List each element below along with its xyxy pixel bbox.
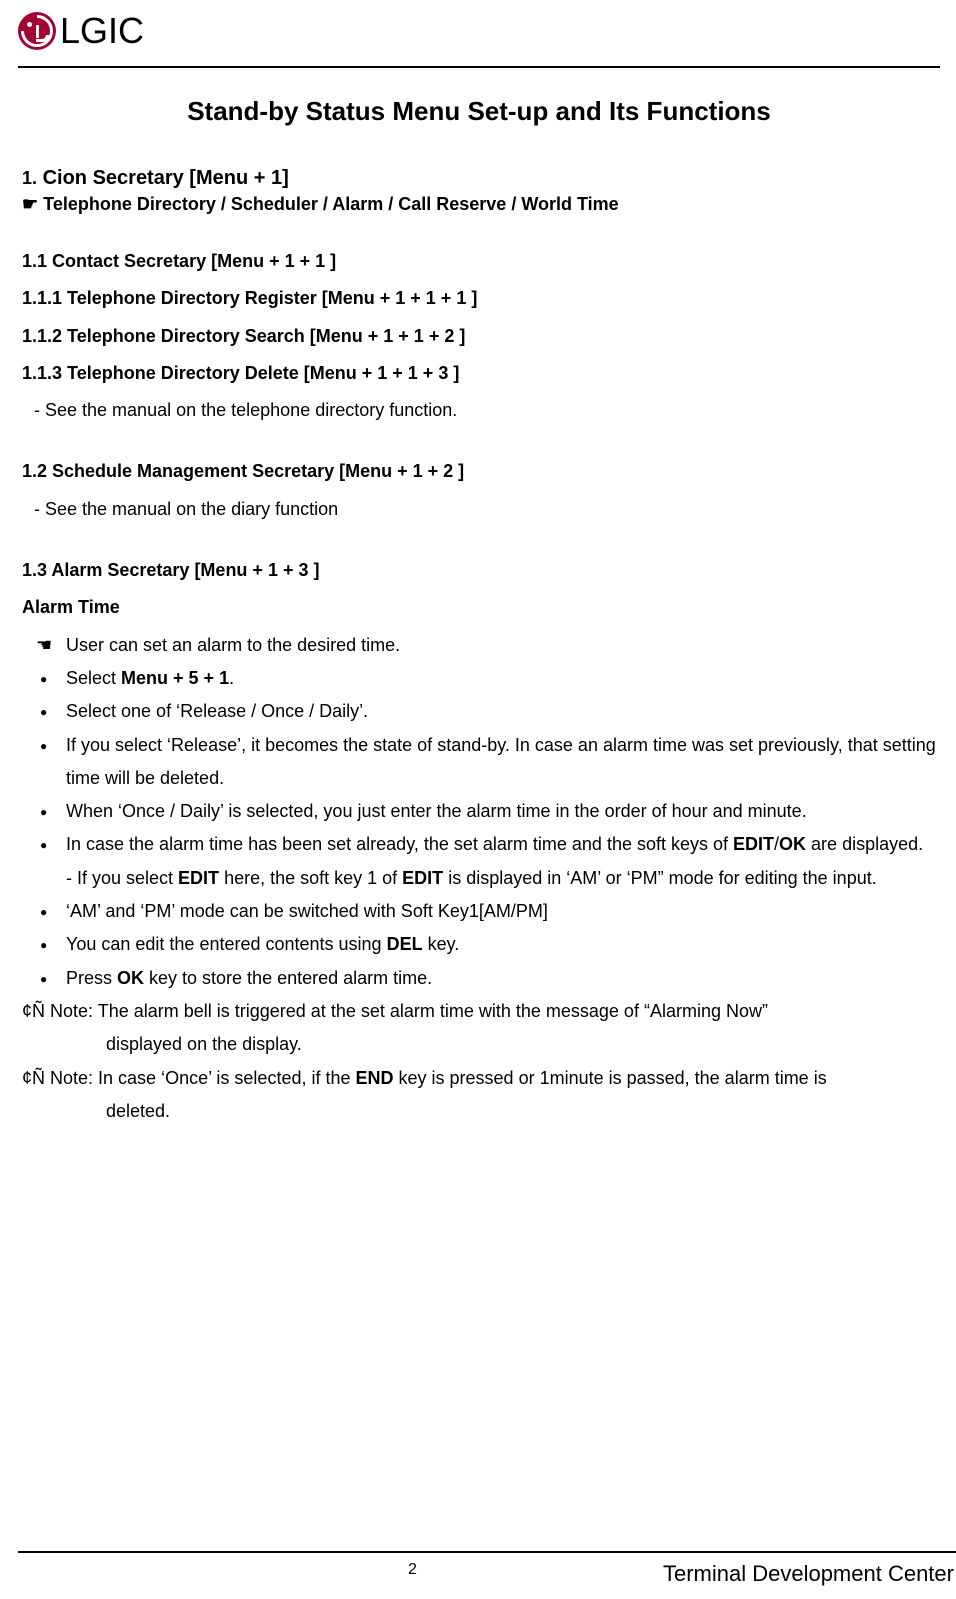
alarm-time-list: User can set an alarm to the desired tim… — [22, 629, 936, 862]
heading-1-2: 1.2 Schedule Management Secretary [Menu … — [22, 455, 936, 488]
note-1-cont: displayed on the display. — [22, 1028, 936, 1061]
document-body: Stand-by Status Menu Set-up and Its Func… — [18, 96, 940, 1128]
heading-1-1-3: 1.1.3 Telephone Directory Delete [Menu +… — [22, 357, 936, 390]
text: In case the alarm time has been set alre… — [66, 834, 733, 854]
bold-text: DEL — [387, 934, 423, 954]
text: are displayed. — [806, 834, 923, 854]
heading-1-3: 1.3 Alarm Secretary [Menu + 1 + 3 ] — [22, 554, 936, 587]
note-2: ¢Ñ Note: In case ‘Once’ is selected, if … — [22, 1062, 936, 1095]
note-1-2: - See the manual on the diary function — [22, 493, 936, 526]
section-1-2: 1.2 Schedule Management Secretary [Menu … — [22, 455, 936, 526]
list-item: When ‘Once / Daily’ is selected, you jus… — [66, 795, 936, 828]
bold-text: EDIT — [402, 868, 443, 888]
header-divider — [18, 66, 940, 68]
pointer-icon: ☛ — [22, 194, 38, 214]
footer-divider — [18, 1551, 956, 1553]
text: is displayed in ‘AM’ or ‘PM” mode for ed… — [443, 868, 877, 888]
section-1-title: Cion Secretary [Menu + 1] — [43, 167, 289, 189]
list-item: User can set an alarm to the desired tim… — [66, 629, 936, 662]
list-item: ‘AM’ and ‘PM’ mode can be switched with … — [66, 895, 936, 928]
logo-text: LGIC — [60, 10, 144, 52]
footer-text: Terminal Development Center — [663, 1561, 956, 1587]
list-item: You can edit the entered contents using … — [66, 928, 936, 961]
section-1-subtitle: ☛ Telephone Directory / Scheduler / Alar… — [22, 194, 936, 215]
list-item: Select Menu + 5 + 1. — [66, 662, 936, 695]
heading-1-1-2: 1.1.2 Telephone Directory Search [Menu +… — [22, 320, 936, 353]
note-1: ¢Ñ Note: The alarm bell is triggered at … — [22, 995, 936, 1028]
text: You can edit the entered contents using — [66, 934, 387, 954]
text: key to store the entered alarm time. — [144, 968, 432, 988]
text: key. — [423, 934, 460, 954]
bold-text: END — [356, 1068, 394, 1088]
bold-text: EDIT — [733, 834, 774, 854]
lg-logo-icon — [18, 12, 56, 50]
alarm-time-list-cont: ‘AM’ and ‘PM’ mode can be switched with … — [22, 895, 936, 995]
bold-text: Menu + 5 + 1 — [121, 668, 229, 688]
note-1-1: - See the manual on the telephone direct… — [22, 394, 936, 427]
section-1-head: 1. Cion Secretary [Menu + 1] — [22, 167, 936, 190]
text: Press — [66, 968, 117, 988]
text: Select — [66, 668, 121, 688]
text: - If you select — [66, 868, 178, 888]
section-1-1: 1.1 Contact Secretary [Menu + 1 + 1 ] 1.… — [22, 245, 936, 427]
section-1-3: 1.3 Alarm Secretary [Menu + 1 + 3 ] Alar… — [22, 554, 936, 1128]
text: key is pressed or 1minute is passed, the… — [394, 1068, 827, 1088]
footer: 2 Terminal Development Center — [18, 1551, 956, 1587]
page-title: Stand-by Status Menu Set-up and Its Func… — [22, 96, 936, 127]
heading-1-1: 1.1 Contact Secretary [Menu + 1 + 1 ] — [22, 245, 936, 278]
list-item: In case the alarm time has been set alre… — [66, 828, 936, 861]
subhead-alarm-time: Alarm Time — [22, 591, 936, 624]
heading-1-1-1: 1.1.1 Telephone Directory Register [Menu… — [22, 282, 936, 315]
section-1-subtitle-text: Telephone Directory / Scheduler / Alarm … — [43, 194, 619, 214]
list-item: Select one of ‘Release / Once / Daily’. — [66, 695, 936, 728]
bold-text: EDIT — [178, 868, 219, 888]
section-1-number: 1. — [22, 168, 37, 188]
text: here, the soft key 1 of — [219, 868, 402, 888]
page-number: 2 — [408, 1561, 417, 1579]
text: . — [229, 668, 234, 688]
header: LGIC — [18, 10, 940, 52]
text: ¢Ñ Note: In case ‘Once’ is selected, if … — [22, 1068, 356, 1088]
list-item: Press OK key to store the entered alarm … — [66, 962, 936, 995]
bold-text: OK — [779, 834, 806, 854]
note-2-cont: deleted. — [22, 1095, 936, 1128]
logo: LGIC — [18, 10, 144, 52]
list-item: If you select ‘Release’, it becomes the … — [66, 729, 936, 796]
bold-text: OK — [117, 968, 144, 988]
sub-note: - If you select EDIT here, the soft key … — [22, 862, 936, 895]
